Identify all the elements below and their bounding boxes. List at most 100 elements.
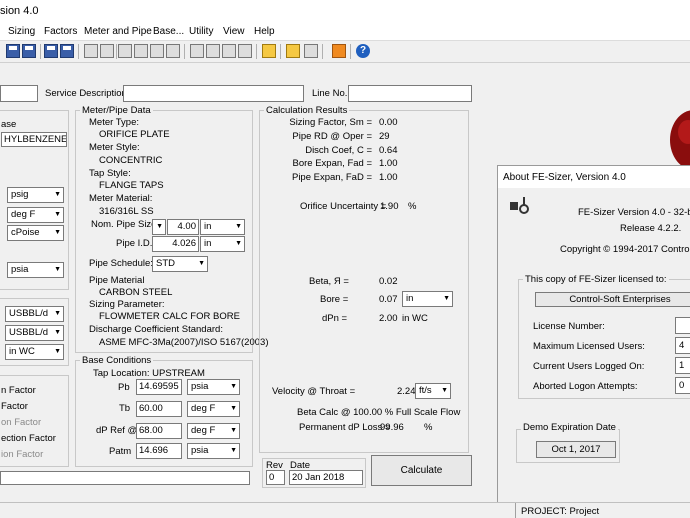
about-dialog: About FE-Sizer, Version 4.0 FE-Sizer Ver… — [497, 165, 690, 503]
discharge-coef-value: 0.64 — [379, 145, 398, 156]
bore-label: Bore = — [320, 294, 349, 305]
pipe-schedule-label: Pipe Schedule: — [89, 258, 153, 269]
line-no-input[interactable] — [348, 85, 472, 102]
discharge-coefficient-value: ASME MFC-3Ma(2007)/ISO 5167(2003) — [99, 337, 269, 348]
meter-icon[interactable] — [118, 44, 132, 58]
calculation-results-label: Calculation Results — [264, 105, 350, 116]
copy-icon[interactable] — [100, 44, 114, 58]
max-users-field: 4 — [675, 337, 690, 354]
dpn-value: 2.00 — [379, 313, 398, 324]
help-icon[interactable]: ? — [356, 44, 370, 58]
menu-view[interactable]: View — [223, 26, 245, 37]
menu-sizing[interactable]: Sizing — [8, 26, 35, 37]
dp-unit-select[interactable]: in WC — [5, 344, 64, 360]
pb-input[interactable]: 14.69595 — [136, 379, 182, 395]
base-pressure-unit-select[interactable]: psia — [7, 262, 64, 278]
bore-expansion-value: 1.00 — [379, 158, 398, 169]
bore-expansion-label: Bore Expan, Fad = — [292, 158, 372, 169]
dp-ref-input[interactable]: 68.00 — [136, 423, 182, 439]
pipe-expansion-value: 1.00 — [379, 172, 398, 183]
edit-icon[interactable] — [286, 44, 300, 58]
tb-input[interactable]: 60.00 — [136, 401, 182, 417]
mail-icon[interactable] — [166, 44, 180, 58]
nom-pipe-size-stepper[interactable] — [152, 219, 166, 235]
save-copy-icon[interactable] — [60, 44, 74, 58]
company-logo-icon — [670, 110, 690, 170]
licensed-to-label: This copy of FE-Sizer licensed to: — [523, 274, 669, 285]
base-label: ase — [1, 119, 17, 130]
aborted-logon-label: Aborted Logon Attempts: — [533, 381, 638, 392]
license-number-label: License Number: — [533, 321, 605, 332]
orifice-uncertainty-value: 1.90 — [380, 201, 399, 212]
pipe-material-value: CARBON STEEL — [99, 287, 173, 298]
flow-unit-select-1[interactable]: USBBL/d — [5, 306, 64, 322]
nom-pipe-size-unit-select[interactable]: in — [200, 219, 245, 235]
menu-utility[interactable]: Utility — [189, 26, 213, 37]
tools-icon[interactable] — [262, 44, 276, 58]
dp-ref-unit-select[interactable]: deg F — [187, 423, 240, 439]
temperature-unit-select[interactable]: deg F — [7, 207, 64, 223]
notes-input[interactable] — [0, 471, 250, 485]
tb-unit-select[interactable]: deg F — [187, 401, 240, 417]
save-as-icon[interactable] — [22, 44, 36, 58]
pipe-id-label: Pipe I.D. — [116, 238, 153, 249]
max-users-label: Maximum Licensed Users: — [533, 341, 645, 352]
factor-item-3[interactable]: on Factor — [1, 417, 41, 428]
rev-input[interactable]: 0 — [266, 470, 285, 485]
tb-label: Tb — [119, 403, 131, 414]
patm-input[interactable]: 14.696 — [136, 443, 182, 459]
service-description-input[interactable] — [123, 85, 304, 102]
menu-factors[interactable]: Factors — [44, 26, 77, 37]
factor-item-1[interactable]: n Factor — [1, 385, 36, 396]
viscosity-unit-select[interactable]: cPoise — [7, 225, 64, 241]
menu-bar: Sizing Factors Meter and Pipe Base... Ut… — [0, 24, 690, 41]
menu-meter-and-pipe[interactable]: Meter and Pipe — [84, 26, 152, 37]
pipe-expansion-label: Pipe Expan, FaD = — [291, 172, 372, 183]
line-no-label: Line No.: — [312, 88, 351, 99]
title-bar: sion 4.0 — [0, 0, 690, 24]
bore-unit-select[interactable]: in — [402, 291, 453, 307]
calculate-button[interactable]: Calculate — [371, 455, 472, 486]
pipe-rd-value: 29 — [379, 131, 390, 142]
valve-alt-icon[interactable] — [222, 44, 236, 58]
key-lock-icon — [510, 197, 529, 214]
print-icon[interactable] — [84, 44, 98, 58]
calculator-icon[interactable] — [304, 44, 318, 58]
factor-item-2[interactable]: Factor — [1, 401, 28, 412]
valve-icon[interactable] — [150, 44, 164, 58]
patm-unit-select[interactable]: psia — [187, 443, 240, 459]
nom-pipe-size-input[interactable]: 4.00 — [167, 219, 199, 235]
beta-value: 0.02 — [379, 276, 398, 287]
save-all-icon[interactable] — [44, 44, 58, 58]
save-icon[interactable] — [6, 44, 20, 58]
pb-unit-select[interactable]: psia — [187, 379, 240, 395]
pipe-rd-label: Pipe RD @ Oper = — [292, 131, 372, 142]
pipe-icon[interactable] — [238, 44, 252, 58]
tap-location: Tap Location: UPSTREAM — [93, 368, 205, 379]
pipe-id-input[interactable]: 4.026 — [152, 236, 199, 252]
factor-item-5[interactable]: ion Factor — [1, 449, 43, 460]
menu-help[interactable]: Help — [254, 26, 275, 37]
meter-alt-icon[interactable] — [190, 44, 204, 58]
bore-value: 0.07 — [379, 294, 398, 305]
flow-unit-select-2[interactable]: USBBL/d — [5, 325, 64, 341]
menu-base[interactable]: Base... — [153, 26, 184, 37]
meter-type-label: Meter Type: — [89, 117, 139, 128]
aborted-logon-field: 0 — [675, 377, 690, 394]
tag-input[interactable] — [0, 85, 38, 102]
pipe-id-unit-select[interactable]: in — [200, 236, 245, 252]
date-input[interactable]: 20 Jan 2018 — [289, 470, 363, 485]
pressure-unit-select[interactable]: psig — [7, 187, 64, 203]
flange-icon[interactable] — [134, 44, 148, 58]
meter-material-value: 316/316L SS — [99, 206, 154, 217]
beta-label: Beta, Я = — [309, 276, 349, 287]
sizing-parameter-value: FLOWMETER CALC FOR BORE — [99, 311, 240, 322]
factor-item-4[interactable]: ection Factor — [1, 433, 56, 444]
puzzle-icon[interactable] — [332, 44, 346, 58]
velocity-unit-select[interactable]: ft/s — [415, 383, 451, 399]
flange-alt-icon[interactable] — [206, 44, 220, 58]
pipe-schedule-select[interactable]: STD — [152, 256, 208, 272]
permanent-dp-loss-label: Permanent dP Loss = — [299, 422, 391, 433]
fluid-name-field[interactable]: HYLBENZENE (li — [1, 132, 67, 147]
current-users-label: Current Users Logged On: — [533, 361, 645, 372]
